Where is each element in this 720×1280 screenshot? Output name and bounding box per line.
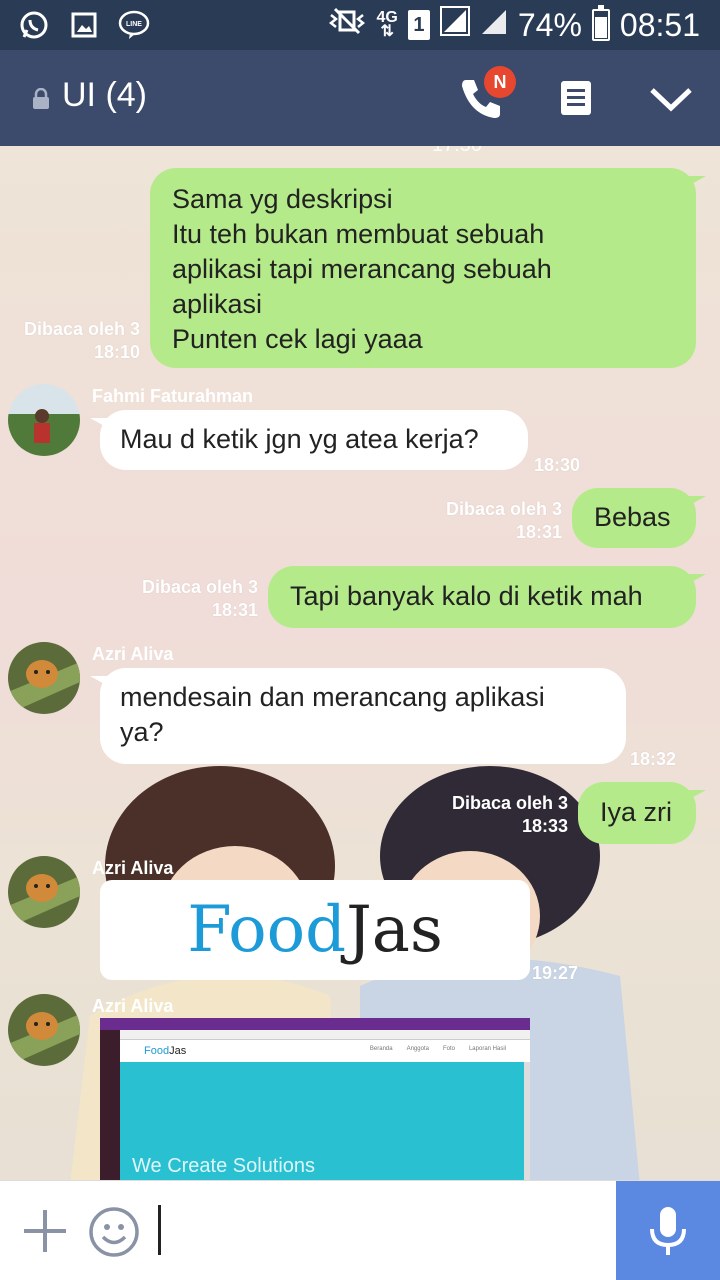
line-icon: LINE (118, 9, 150, 41)
plus-icon[interactable] (22, 1208, 68, 1254)
message-line: ya? (120, 717, 164, 747)
website-navbar: FoodJas Beranda Anggota Foto Laporan Has… (120, 1040, 530, 1062)
message-meta: Dibaca oleh 3 18:33 (452, 792, 568, 838)
whatsapp-icon (18, 9, 50, 41)
emoji-icon[interactable] (88, 1206, 140, 1258)
message-time: 18:32 (630, 749, 677, 769)
message-time: 19:27 (532, 963, 579, 983)
chat-header: UI (4) N (0, 50, 720, 146)
notes-icon[interactable] (560, 80, 592, 116)
sender-name: Azri Aliva (92, 858, 174, 878)
website-nav-links: Beranda Anggota Foto Laporan Hasil (370, 1046, 506, 1052)
hero-text: We Create Solutions (132, 1155, 316, 1177)
outgoing-message[interactable]: Iya zri (578, 782, 706, 844)
read-receipt: Dibaca oleh 3 (141, 577, 258, 597)
sender-name: Azri Aliva (92, 644, 174, 664)
mute-vibrate-icon (327, 6, 367, 44)
sim-1-icon: 1 (407, 10, 430, 40)
read-receipt: Dibaca oleh 3 (23, 319, 140, 339)
taskbar (100, 1030, 120, 1180)
message-text: Bebas (594, 502, 671, 532)
logo-text: Food (187, 893, 347, 967)
outgoing-message[interactable]: Sama yg deskripsi Itu teh bukan membuat … (150, 168, 706, 368)
sender-name: Fahmi Faturahman (92, 386, 254, 406)
browser-address-bar (100, 1030, 530, 1040)
battery-icon (591, 5, 610, 41)
message-meta: Dibaca oleh 3 18:10 (24, 318, 140, 364)
sender-name: Azri Aliva (92, 996, 174, 1016)
nav-link: Foto (442, 1046, 455, 1052)
website-hero: We Create Solutions (120, 1062, 524, 1180)
avatar[interactable] (8, 384, 80, 456)
message-text: Mau d ketik jgn yg atea kerja? (120, 424, 479, 454)
avatar[interactable] (8, 856, 80, 928)
read-receipt: Dibaca oleh 3 (451, 793, 568, 813)
website-scrollbar (524, 1062, 530, 1180)
read-receipt: Dibaca oleh 3 (445, 499, 562, 519)
incoming-message[interactable]: Mau d ketik jgn yg atea kerja? (90, 410, 528, 470)
gallery-icon (68, 9, 100, 41)
chat-title[interactable]: UI (4) (62, 76, 147, 115)
website-logo: FoodJas (144, 1045, 187, 1057)
outgoing-message[interactable]: Tapi banyak kalo di ketik mah (268, 566, 706, 628)
notification-badge: N (484, 66, 516, 98)
message-line: Punten cek lagi yaaa (172, 324, 423, 354)
logo-text: Jas (346, 893, 443, 967)
avatar[interactable] (8, 994, 80, 1066)
message-text: Tapi banyak kalo di ketik mah (290, 581, 643, 611)
message-time: 18:10 (93, 342, 140, 362)
lock-icon (32, 87, 50, 110)
message-input-bar (0, 1180, 720, 1280)
signal-icon (439, 6, 470, 44)
message-line: mendesain dan merancang aplikasi (120, 682, 545, 712)
message-time: 18:33 (521, 816, 568, 836)
status-bar: LINE 4G ⇅ 1 74% 08:51 (0, 0, 720, 50)
message-input[interactable] (156, 1207, 596, 1255)
avatar[interactable] (8, 642, 80, 714)
message-line: Itu teh bukan membuat sebuah (172, 219, 545, 249)
signal-icon (480, 6, 508, 44)
message-text: Iya zri (600, 797, 673, 827)
message-line: aplikasi tapi merancang sebuah (172, 254, 552, 284)
battery-percent: 74% (517, 6, 582, 43)
message-time: 17:50 (432, 146, 482, 157)
image-message-logo[interactable]: Food Jas (100, 880, 530, 980)
mic-icon[interactable] (616, 1181, 720, 1280)
outgoing-message[interactable]: Bebas (572, 488, 706, 548)
browser-tabs (100, 1018, 530, 1030)
message-line: Sama yg deskripsi (172, 184, 393, 214)
network-4g-icon: 4G ⇅ (376, 9, 398, 40)
svg-text:LINE: LINE (126, 21, 142, 28)
message-time: 18:30 (534, 455, 581, 475)
chat-area[interactable]: 17:50 Dibaca oleh 3 18:10 Sama yg deskri… (0, 146, 720, 1180)
message-meta: Dibaca oleh 3 18:31 (446, 498, 562, 544)
battery-fill (594, 17, 607, 38)
nav-link: Laporan Hasil (468, 1046, 506, 1052)
message-line: aplikasi (172, 289, 263, 319)
message-meta: Dibaca oleh 3 18:31 (142, 576, 258, 622)
chevron-down-icon[interactable] (648, 84, 694, 114)
message-time: 18:31 (515, 522, 562, 542)
text-cursor (158, 1205, 161, 1255)
incoming-message[interactable]: mendesain dan merancang aplikasi ya? (90, 668, 626, 764)
nav-link: Anggota (406, 1046, 429, 1052)
image-message-screenshot[interactable]: FoodJas Beranda Anggota Foto Laporan Has… (100, 1018, 530, 1180)
nav-link: Beranda (369, 1046, 393, 1052)
message-time: 18:31 (211, 600, 258, 620)
clock-time: 08:51 (619, 6, 700, 43)
